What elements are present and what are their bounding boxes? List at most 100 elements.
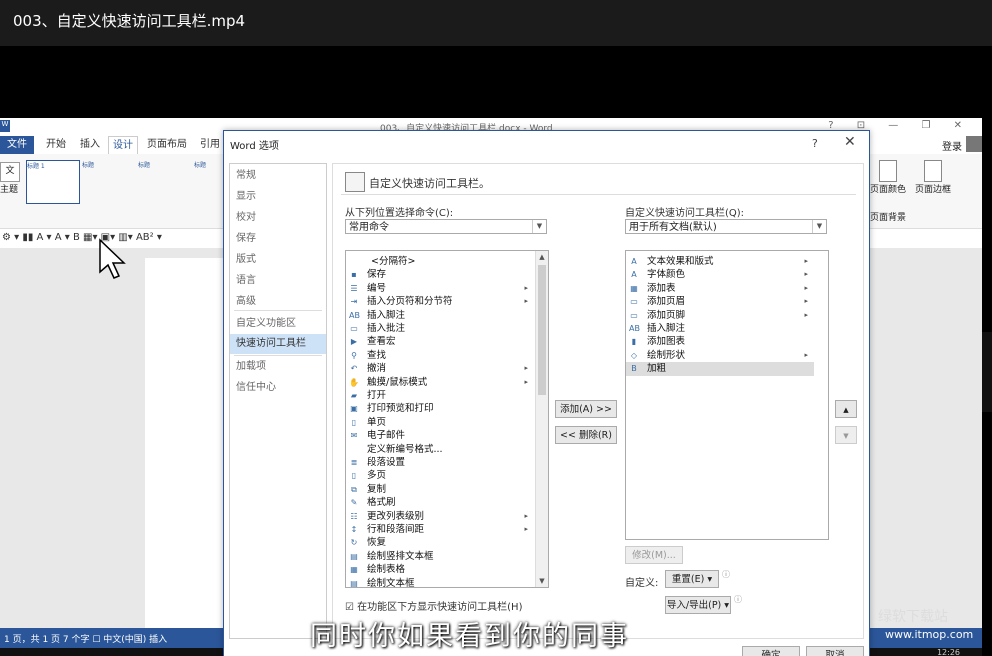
style-thumb[interactable]: 标题 bbox=[138, 160, 190, 202]
list-item[interactable]: ▰ 打开 bbox=[346, 389, 534, 402]
list-item[interactable]: ≣ 段落设置 bbox=[346, 456, 534, 469]
nav-item-proofing[interactable]: 校对 bbox=[230, 208, 326, 228]
list-item-label: 插入脚注 bbox=[647, 323, 686, 334]
import-export-button[interactable]: 导入/导出(P) ▾ bbox=[665, 596, 731, 614]
theme-button[interactable]: 文 主题 bbox=[0, 162, 22, 195]
tab-file[interactable]: 文件 bbox=[0, 136, 34, 154]
remove-button[interactable]: << 删除(R) bbox=[555, 426, 617, 444]
modify-button[interactable]: 修改(M)... bbox=[625, 546, 683, 564]
list-item[interactable]: ▯ 单页 bbox=[346, 416, 534, 429]
list-item[interactable]: ▪ 保存 bbox=[346, 268, 534, 281]
list-item[interactable]: ☰ 编号 ▸ bbox=[346, 282, 534, 295]
list-item[interactable]: ✋ 触摸/鼠标模式 ▸ bbox=[346, 376, 534, 389]
list-item[interactable]: ✎ 格式刷 bbox=[346, 496, 534, 509]
add-button[interactable]: 添加(A) >> bbox=[555, 400, 617, 418]
page-border-button[interactable]: 页面边框 bbox=[915, 160, 951, 195]
style-thumb[interactable]: 标题 1 bbox=[26, 160, 80, 204]
customize-toolbar-combo[interactable]: 用于所有文档(默认) ▼ bbox=[625, 219, 827, 234]
video-frame[interactable]: W 003、自定义快速访问工具栏.docx - Word ? ⊡ — ❐ ✕ 文… bbox=[0, 118, 982, 656]
command-icon: ▦ bbox=[350, 565, 358, 575]
list-item[interactable]: ▦ 添加表 ▸ bbox=[626, 282, 814, 295]
tab-page-layout[interactable]: 页面布局 bbox=[143, 136, 191, 154]
submenu-arrow-icon: ▸ bbox=[524, 377, 528, 386]
nav-item-general[interactable]: 常规 bbox=[230, 166, 326, 186]
style-thumb[interactable]: 标题 bbox=[194, 160, 220, 202]
nav-item-customize-ribbon[interactable]: 自定义功能区 bbox=[230, 314, 326, 334]
list-item[interactable]: ↕ 行和段落间距 ▸ bbox=[346, 523, 534, 536]
list-item[interactable]: ☷ 更改列表级别 ▸ bbox=[346, 510, 534, 523]
info-icon: ⓘ bbox=[722, 570, 730, 579]
list-item[interactable]: ↻ 恢复 bbox=[346, 536, 534, 549]
list-item[interactable]: <分隔符> bbox=[346, 255, 534, 268]
list-item[interactable]: ⇥ 插入分页符和分节符 ▸ bbox=[346, 295, 534, 308]
choose-commands-value: 常用命令 bbox=[349, 222, 389, 233]
list-item[interactable]: ◇ 绘制形状 ▸ bbox=[626, 349, 814, 362]
list-item[interactable]: ⧉ 复制 bbox=[346, 483, 534, 496]
commands-listbox[interactable]: <分隔符> ▪ 保存 ☰ 编号 ▸ ⇥ 插入分页符和分节符 ▸ AB 插入脚注 ▭ 插入批注 ▶ 查看宏 ⚲ 查… bbox=[345, 250, 549, 588]
ok-button[interactable]: 确定 bbox=[742, 646, 800, 656]
login-link[interactable]: 登录 bbox=[942, 138, 962, 153]
reset-button[interactable]: 重置(E) ▾ bbox=[665, 570, 719, 588]
list-item[interactable]: ⚲ 查找 bbox=[346, 349, 534, 362]
command-icon: ▦ bbox=[630, 283, 638, 293]
list-item[interactable]: 定义新编号格式... bbox=[346, 443, 534, 456]
nav-item-advanced[interactable]: 高级 bbox=[230, 292, 326, 312]
theme-icon: 文 bbox=[0, 162, 20, 182]
list-item[interactable]: ▮ 添加图表 bbox=[626, 335, 814, 348]
nav-item-quick-access-toolbar[interactable]: 快速访问工具栏 bbox=[230, 334, 326, 354]
scroll-up-icon[interactable]: ▲ bbox=[536, 251, 548, 263]
avatar[interactable] bbox=[966, 136, 982, 152]
list-item[interactable]: ▯ 多页 bbox=[346, 469, 534, 482]
arrow-down-icon: ▼ bbox=[843, 432, 849, 440]
list-item[interactable]: A 文本效果和版式 ▸ bbox=[626, 255, 814, 268]
list-item[interactable]: ▭ 插入批注 bbox=[346, 322, 534, 335]
list-item-label: 加粗 bbox=[647, 363, 667, 375]
scrollbar-thumb[interactable] bbox=[538, 265, 546, 395]
toolbar-items-listbox[interactable]: A 文本效果和版式 ▸ A 字体颜色 ▸ ▦ 添加表 ▸ ▭ 添加页眉 ▸ ▭ 添加页脚 ▸ AB 插入脚注 ▮ 添… bbox=[625, 250, 829, 540]
tab-home[interactable]: 开始 bbox=[42, 136, 70, 154]
command-icon: ▯ bbox=[351, 417, 357, 427]
close-icon[interactable]: ✕ bbox=[844, 134, 856, 150]
list-item[interactable]: A 字体颜色 ▸ bbox=[626, 268, 814, 281]
tab-references[interactable]: 引用 bbox=[196, 136, 224, 154]
style-thumb[interactable]: 标题 bbox=[82, 160, 134, 202]
list-item[interactable]: ✉ 电子邮件 bbox=[346, 429, 534, 442]
choose-commands-combo[interactable]: 常用命令 ▼ bbox=[345, 219, 547, 234]
commands-scrollbar[interactable]: ▲ ▼ bbox=[535, 251, 548, 587]
nav-item-language[interactable]: 语言 bbox=[230, 271, 326, 291]
cancel-button[interactable]: 取消 bbox=[806, 646, 864, 656]
scroll-down-icon[interactable]: ▼ bbox=[536, 575, 548, 587]
list-item[interactable]: ▭ 添加页眉 ▸ bbox=[626, 295, 814, 308]
nav-item-save[interactable]: 保存 bbox=[230, 229, 326, 249]
tab-design[interactable]: 设计 bbox=[108, 136, 138, 155]
list-item-label: 恢复 bbox=[367, 537, 387, 549]
nav-item-trust-center[interactable]: 信任中心 bbox=[230, 378, 326, 398]
command-icon: ▣ bbox=[350, 404, 358, 414]
move-up-button[interactable]: ▲ bbox=[835, 400, 857, 418]
list-item[interactable]: ▭ 添加页脚 ▸ bbox=[626, 309, 814, 322]
list-item[interactable]: ▤ 绘制竖排文本框 bbox=[346, 550, 534, 563]
submenu-arrow-icon: ▸ bbox=[804, 283, 808, 292]
page-color-button[interactable]: 页面颜色 bbox=[870, 160, 906, 195]
style-thumb-label: 标题 1 bbox=[27, 163, 45, 170]
list-item[interactable]: ↶ 撤消 ▸ bbox=[346, 362, 534, 375]
section-title: 自定义快速访问工具栏。 bbox=[369, 177, 490, 190]
nav-item-layout[interactable]: 版式 bbox=[230, 250, 326, 270]
list-item[interactable]: B 加粗 bbox=[626, 362, 814, 376]
nav-item-addins[interactable]: 加载项 bbox=[230, 357, 326, 377]
list-item[interactable]: ▣ 打印预览和打印 bbox=[346, 402, 534, 415]
show-below-ribbon-checkbox[interactable]: ☑ 在功能区下方显示快速访问工具栏(H) bbox=[345, 598, 522, 613]
help-icon[interactable]: ? bbox=[812, 137, 818, 150]
list-item-label: 插入批注 bbox=[367, 323, 406, 334]
list-item[interactable]: ▦ 绘制表格 bbox=[346, 563, 534, 576]
nav-item-display[interactable]: 显示 bbox=[230, 187, 326, 207]
submenu-arrow-icon: ▸ bbox=[524, 364, 528, 373]
options-nav: 常规 显示 校对 保存 版式 语言 高级 自定义功能区 快速访问工具栏 加载项 … bbox=[229, 163, 327, 639]
list-item[interactable]: ▤ 绘制文本框 bbox=[346, 577, 534, 587]
list-item[interactable]: ▶ 查看宏 bbox=[346, 335, 534, 348]
move-down-button[interactable]: ▼ bbox=[835, 426, 857, 444]
tab-insert[interactable]: 插入 bbox=[76, 136, 104, 154]
list-item[interactable]: AB 插入脚注 bbox=[626, 322, 814, 335]
list-item[interactable]: AB 插入脚注 bbox=[346, 309, 534, 322]
document-page[interactable] bbox=[145, 258, 225, 628]
